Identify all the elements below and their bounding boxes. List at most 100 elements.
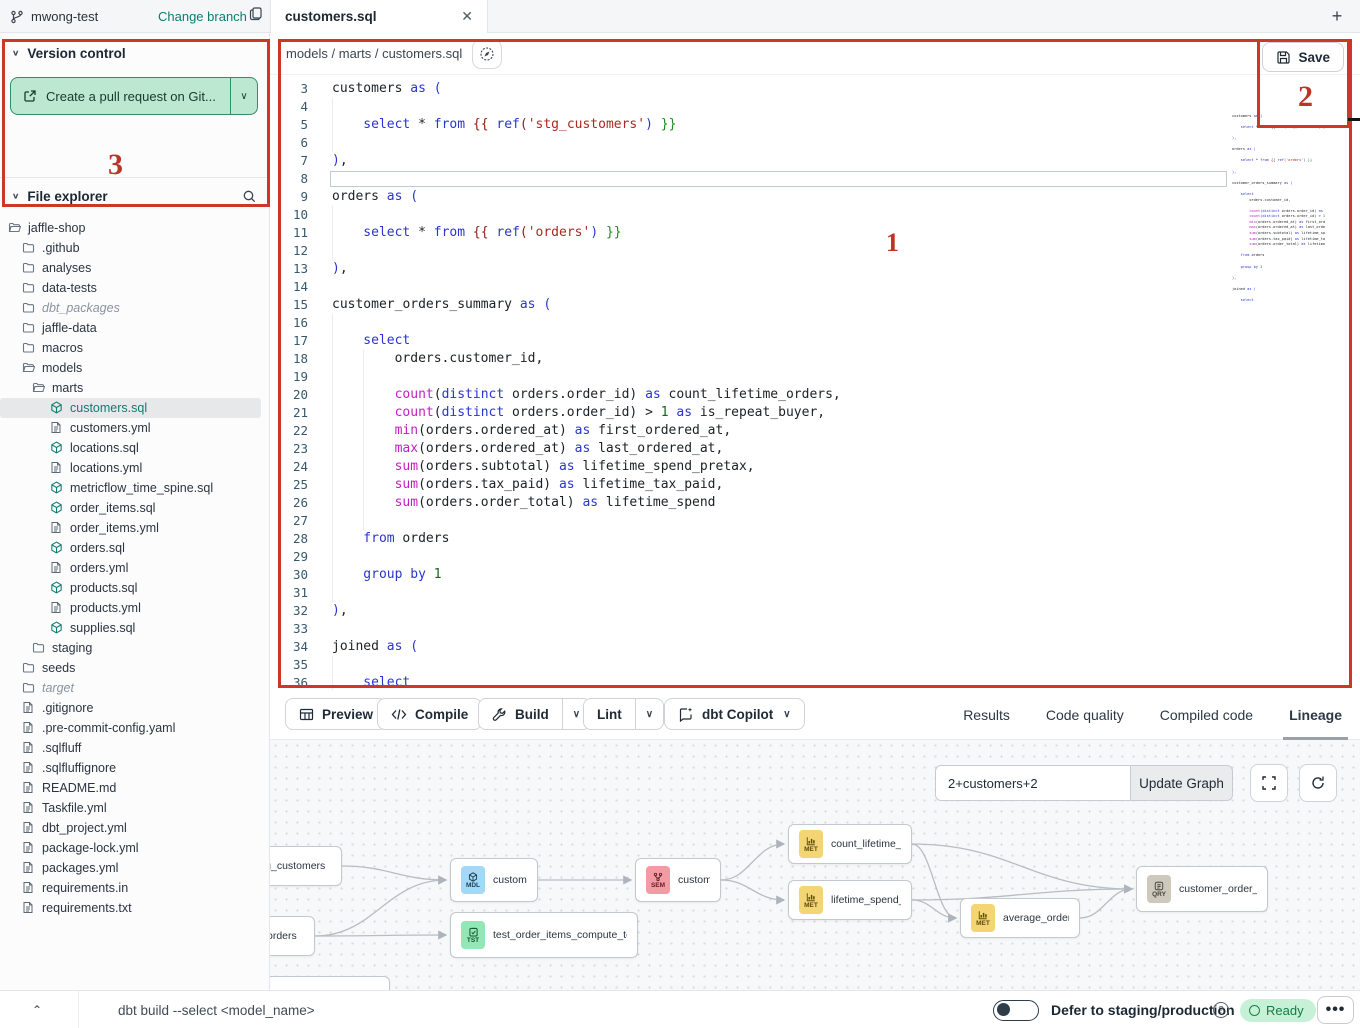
compile-button[interactable]: Compile [377,698,482,730]
lineage-node-count_lifetime_orders[interactable]: METcount_lifetime_orders [788,824,912,864]
code-line-26[interactable]: 26sum(orders.order_total) as lifetime_sp… [270,494,1360,512]
lineage-node-customers[interactable]: SEMcustomers [635,858,721,902]
file-tree-item-products.sql[interactable]: products.sql [0,578,269,598]
code-line-18[interactable]: 18orders.customer_id, [270,350,1360,368]
lineage-node-average_order_value[interactable]: METaverage_order_value [960,898,1080,938]
code-line-23[interactable]: 23max(orders.ordered_at) as last_ordered… [270,440,1360,458]
file-tree-item-.sqlfluff[interactable]: .sqlfluff [0,738,269,758]
code-editor[interactable]: 23customers as (45select * from {{ ref('… [270,75,1360,690]
file-tree-item-marts[interactable]: marts [0,378,269,398]
help-icon[interactable]: ? [1213,1002,1229,1018]
file-tree-item-target[interactable]: target [0,678,269,698]
lineage-canvas[interactable]: MDLstg_customersMDLordersMDLcustomersTST… [270,740,1360,990]
code-line-12[interactable]: 12 [270,242,1360,260]
chevron-up-icon[interactable]: ⌃ [26,999,48,1021]
file-tree-item-locations.sql[interactable]: locations.sql [0,438,269,458]
build-button[interactable]: Build [479,699,562,729]
file-tree-item-jaffle-data[interactable]: jaffle-data [0,318,269,338]
command-input[interactable]: dbt build --select <model_name> [118,991,315,1028]
new-tab-button[interactable]: + [1326,5,1348,27]
more-options-button[interactable]: ••• [1317,996,1354,1024]
file-tree-item-dbt_packages[interactable]: dbt_packages [0,298,269,318]
file-tree-item-README.md[interactable]: README.md [0,778,269,798]
code-line-24[interactable]: 24sum(orders.subtotal) as lifetime_spend… [270,458,1360,476]
file-explorer-header[interactable]: ∨ File explorer [12,189,108,204]
code-line-32[interactable]: 32), [270,602,1360,620]
file-tree-item-orders.yml[interactable]: orders.yml [0,558,269,578]
code-line-34[interactable]: 34joined as ( [270,638,1360,656]
tab-close-icon[interactable]: ✕ [461,8,473,25]
code-line-20[interactable]: 20count(distinct orders.order_id) as cou… [270,386,1360,404]
preview-button[interactable]: Preview [285,698,387,730]
code-line-31[interactable]: 31 [270,584,1360,602]
code-line-9[interactable]: 9orders as ( [270,188,1360,206]
file-tree-item-.github[interactable]: .github [0,238,269,258]
search-icon[interactable] [242,189,257,204]
code-line-6[interactable]: 6 [270,134,1360,152]
file-tree-item-package-lock.yml[interactable]: package-lock.yml [0,838,269,858]
create-pull-request-button[interactable]: Create a pull request on Git... ∨ [10,77,258,115]
copilot-compass-button[interactable] [472,39,502,69]
defer-toggle[interactable] [993,1000,1039,1021]
lint-dropdown-chevron-icon[interactable]: ∨ [636,709,663,720]
file-tree-item-Taskfile.yml[interactable]: Taskfile.yml [0,798,269,818]
file-tree-item-.gitignore[interactable]: .gitignore [0,698,269,718]
code-line-29[interactable]: 29 [270,548,1360,566]
file-tree-item-packages.yml[interactable]: packages.yml [0,858,269,878]
version-control-header[interactable]: ∨ Version control [0,33,269,69]
tab-lineage[interactable]: Lineage [1271,690,1360,740]
refresh-button[interactable] [1299,764,1337,802]
code-line-19[interactable]: 19 [270,368,1360,386]
code-line-11[interactable]: 11select * from {{ ref('orders') }} [270,224,1360,242]
tab-compiled-code[interactable]: Compiled code [1142,690,1271,740]
lineage-node-orders[interactable]: MDLorders [270,916,315,956]
code-line-33[interactable]: 33 [270,620,1360,638]
file-tree-item-locations.yml[interactable]: locations.yml [0,458,269,478]
code-line-17[interactable]: 17select [270,332,1360,350]
change-branch-link[interactable]: Change branch [158,0,247,33]
file-tree-item-customers.yml[interactable]: customers.yml [0,418,269,438]
copy-branch-icon[interactable] [248,6,264,22]
file-tree-item-requirements.in[interactable]: requirements.in [0,878,269,898]
lineage-node-stg_customers[interactable]: MDLstg_customers [270,846,342,886]
file-tree-item-orders.sql[interactable]: orders.sql [0,538,269,558]
minimap[interactable]: customers as ( select * from {{ ref('stg… [1232,108,1325,498]
lint-button[interactable]: Lint [584,699,635,729]
lineage-selector-input[interactable]: 2+customers+2 [935,765,1131,801]
update-graph-button[interactable]: Update Graph [1131,765,1233,801]
file-tree-item-metricflow_time_spine.sql[interactable]: metricflow_time_spine.sql [0,478,269,498]
file-tree-item-macros[interactable]: macros [0,338,269,358]
code-line-25[interactable]: 25sum(orders.tax_paid) as lifetime_tax_p… [270,476,1360,494]
lineage-node-lifetime_spend_pretax[interactable]: METlifetime_spend_pretax [788,880,912,920]
file-tree-item-order_items.yml[interactable]: order_items.yml [0,518,269,538]
file-tree-item-order_items.sql[interactable]: order_items.sql [0,498,269,518]
code-line-5[interactable]: 5select * from {{ ref('stg_customers') }… [270,116,1360,134]
lineage-node-customer_order_metrics[interactable]: QRYcustomer_order_metrics [1136,866,1268,912]
file-tree-item-data-tests[interactable]: data-tests [0,278,269,298]
file-tree-item-.pre-commit-config.yaml[interactable]: .pre-commit-config.yaml [0,718,269,738]
code-line-14[interactable]: 14 [270,278,1360,296]
file-tree-item-jaffle-shop[interactable]: jaffle-shop [0,218,269,238]
code-line-8[interactable]: 8 [270,170,1360,188]
tab-code-quality[interactable]: Code quality [1028,690,1142,740]
code-line-30[interactable]: 30group by 1 [270,566,1360,584]
code-line-36[interactable]: 36select [270,674,1360,690]
code-line-27[interactable]: 27 [270,512,1360,530]
file-tree-item-analyses[interactable]: analyses [0,258,269,278]
code-line-35[interactable]: 35 [270,656,1360,674]
code-line-16[interactable]: 16 [270,314,1360,332]
code-line-22[interactable]: 22min(orders.ordered_at) as first_ordere… [270,422,1360,440]
code-line-7[interactable]: 7), [270,152,1360,170]
code-line-28[interactable]: 28from orders [270,530,1360,548]
lineage-node-customers[interactable]: MDLcustomers [450,858,538,902]
code-line-15[interactable]: 15customer_orders_summary as ( [270,296,1360,314]
code-line-21[interactable]: 21count(distinct orders.order_id) > 1 as… [270,404,1360,422]
file-tree-item-requirements.txt[interactable]: requirements.txt [0,898,269,918]
file-tree-item-customers.sql[interactable]: customers.sql [0,398,261,418]
tab-results[interactable]: Results [945,690,1028,740]
dbt-copilot-button[interactable]: dbt Copilot ∨ [664,698,805,730]
file-tree-item-products.yml[interactable]: products.yml [0,598,269,618]
editor-tab-customers-sql[interactable]: customers.sql ✕ [270,0,488,33]
save-button[interactable]: Save [1262,42,1344,72]
code-line-4[interactable]: 4 [270,98,1360,116]
